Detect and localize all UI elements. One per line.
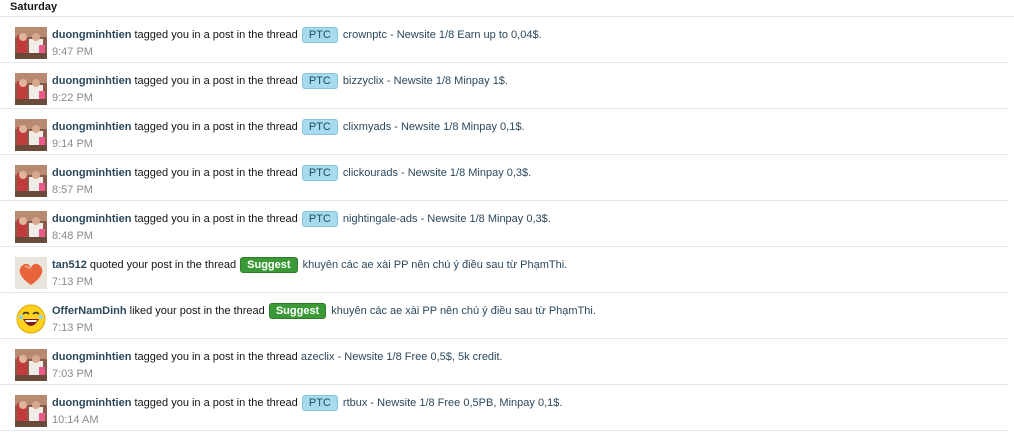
alert-action-text: tagged you in a post in the thread [134,75,298,87]
alert-item: duongminhtien tagged you in a post in th… [0,17,1008,63]
alert-action-text: quoted your post in the thread [89,259,237,271]
photo-avatar[interactable] [15,165,47,197]
username-link[interactable]: tan512 [52,259,87,271]
username-link[interactable]: duongminhtien [52,75,131,87]
alert-item: duongminhtien tagged you in a post in th… [0,201,1008,247]
thread-prefix-badge[interactable]: Suggest [240,257,298,273]
thread-title-link[interactable]: clickourads - Newsite 1/8 Minpay 0,3$. [343,167,531,179]
alert-item: duongminhtien tagged you in a post in th… [0,339,1008,385]
photo-avatar[interactable] [15,349,47,381]
thread-prefix-badge[interactable]: PTC [301,165,338,181]
alert-action-text: liked your post in the thread [129,305,265,317]
thread-prefix-badge[interactable]: PTC [301,119,338,135]
day-header: Saturday [0,0,1014,17]
photo-avatar[interactable] [15,395,47,427]
username-link[interactable]: duongminhtien [52,397,131,409]
alert-item: OfferNamDinh liked your post in the thre… [0,293,1008,339]
alert-text: duongminhtien tagged you in a post in th… [52,27,542,43]
photo-avatar[interactable] [15,27,47,59]
thread-prefix-badge[interactable]: Suggest [268,303,327,319]
thread-title-link[interactable]: clixmyads - Newsite 1/8 Minpay 0,1$. [343,121,525,133]
alert-timestamp: 7:03 PM [52,368,93,380]
alert-text: duongminhtien tagged you in a post in th… [52,165,531,181]
alert-text: duongminhtien tagged you in a post in th… [52,349,503,365]
thread-title-link[interactable]: crownptc - Newsite 1/8 Earn up to 0,04$. [343,29,542,41]
username-link[interactable]: duongminhtien [52,167,131,179]
username-link[interactable]: duongminhtien [52,213,131,225]
alert-timestamp: 9:14 PM [52,138,93,150]
thread-title-link[interactable]: khuyên các ae xài PP nên chú ý điều sau … [331,305,596,317]
alert-action-text: tagged you in a post in the thread [134,121,298,133]
alert-timestamp: 9:47 PM [52,46,93,58]
alert-item: duongminhtien tagged you in a post in th… [0,63,1008,109]
username-link[interactable]: duongminhtien [52,29,131,41]
thread-title-link[interactable]: khuyên các ae xài PP nên chú ý điều sau … [303,259,568,271]
thread-prefix-badge[interactable]: PTC [301,211,338,227]
alert-action-text: tagged you in a post in the thread [134,351,298,363]
alert-action-text: tagged you in a post in the thread [134,29,298,41]
alert-text: duongminhtien tagged you in a post in th… [52,73,508,89]
thread-prefix-badge[interactable]: PTC [301,73,338,89]
alert-action-text: tagged you in a post in the thread [134,213,298,225]
alert-timestamp: 8:57 PM [52,184,93,196]
photo-avatar[interactable] [15,119,47,151]
thread-title-link[interactable]: nightingale-ads - Newsite 1/8 Minpay 0,3… [343,213,551,225]
alert-item: duongminhtien tagged you in a post in th… [0,109,1008,155]
alert-item: tan512 quoted your post in the thread Su… [0,247,1008,293]
alert-timestamp: 8:48 PM [52,230,93,242]
alert-action-text: tagged you in a post in the thread [134,167,298,179]
alert-timestamp: 10:14 AM [52,414,99,426]
laughing-smiley-avatar[interactable] [15,303,47,335]
alert-item: duongminhtien tagged you in a post in th… [0,155,1008,201]
alert-timestamp: 7:13 PM [52,276,93,288]
thread-title-link[interactable]: bizzyclix - Newsite 1/8 Minpay 1$. [343,75,508,87]
alert-text: duongminhtien tagged you in a post in th… [52,395,562,411]
alert-timestamp: 7:13 PM [52,322,93,334]
photo-avatar[interactable] [15,211,47,243]
thread-prefix-badge[interactable]: PTC [301,27,338,43]
alert-item: duongminhtien tagged you in a post in th… [0,385,1008,431]
thread-prefix-badge[interactable]: PTC [301,395,338,411]
username-link[interactable]: OfferNamDinh [52,305,127,317]
alert-text: duongminhtien tagged you in a post in th… [52,211,551,227]
alert-text: OfferNamDinh liked your post in the thre… [52,303,596,319]
thread-title-link[interactable]: azeclix - Newsite 1/8 Free 0,5$, 5k cred… [301,351,503,363]
alerts-list: duongminhtien tagged you in a post in th… [0,17,1014,431]
alert-action-text: tagged you in a post in the thread [134,397,298,409]
heart-avatar[interactable] [15,257,47,289]
photo-avatar[interactable] [15,73,47,105]
alert-text: duongminhtien tagged you in a post in th… [52,119,525,135]
alert-text: tan512 quoted your post in the thread Su… [52,257,567,273]
thread-title-link[interactable]: rtbux - Newsite 1/8 Free 0,5PB, Minpay 0… [343,397,563,409]
username-link[interactable]: duongminhtien [52,121,131,133]
username-link[interactable]: duongminhtien [52,351,131,363]
alert-timestamp: 9:22 PM [52,92,93,104]
